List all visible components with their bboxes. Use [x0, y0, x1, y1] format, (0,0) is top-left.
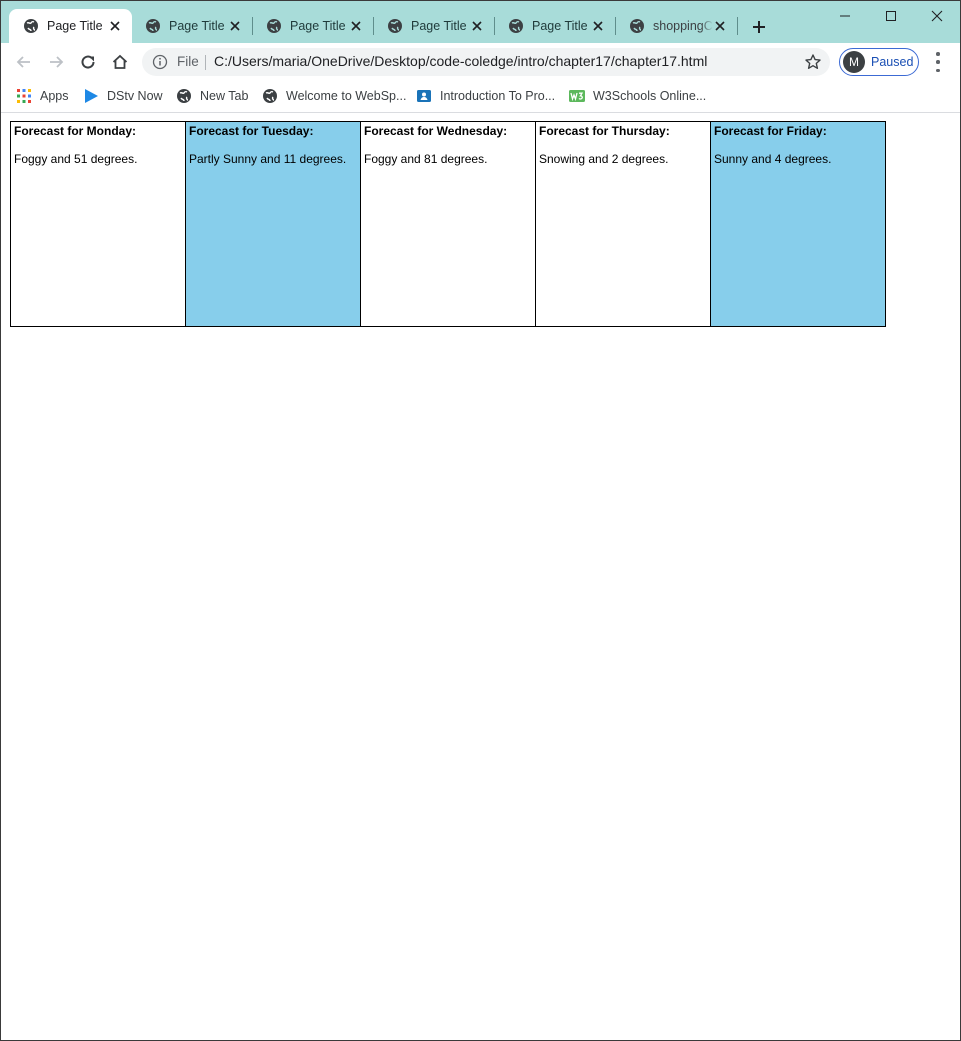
tab-title: Page Title [532, 19, 588, 33]
globe-icon [24, 19, 38, 33]
close-tab-icon[interactable] [713, 19, 727, 33]
globe-icon [509, 19, 523, 33]
star-icon[interactable] [804, 53, 822, 71]
tab-title: shoppingC [653, 19, 713, 33]
forward-button[interactable] [44, 50, 68, 74]
maximize-icon [886, 11, 896, 21]
address-bar[interactable]: File C:/Users/maria/OneDrive/Desktop/cod… [142, 48, 830, 76]
forecast-heading: Forecast for Monday: [14, 124, 137, 138]
apps-grid-icon [17, 89, 31, 103]
minimize-icon [840, 15, 850, 17]
menu-dot [936, 60, 940, 64]
home-button[interactable] [108, 50, 132, 74]
close-icon [931, 10, 943, 22]
tab-title: Page Title [169, 19, 225, 33]
tab-strip: Page Title Page Title Page Title Page Ti… [1, 1, 960, 43]
forecast-text: Foggy and 81 degrees. [364, 152, 488, 166]
classroom-icon [417, 90, 431, 102]
bookmark-label: New Tab [200, 89, 249, 103]
close-tab-icon[interactable] [591, 19, 605, 33]
back-button[interactable] [12, 50, 36, 74]
arrow-left-icon [16, 56, 30, 68]
tab-3[interactable]: Page Title [252, 9, 373, 43]
forecast-heading: Forecast for Wednesday: [364, 124, 508, 138]
info-icon[interactable] [152, 54, 168, 70]
menu-dot [936, 52, 940, 56]
arrow-right-icon [50, 56, 64, 68]
tab-6[interactable]: shoppingC [615, 9, 737, 43]
menu-button[interactable] [929, 52, 947, 72]
close-tab-icon[interactable] [228, 19, 242, 33]
tab-1[interactable]: Page Title [9, 9, 132, 43]
plus-icon [753, 21, 765, 33]
bookmark-introduction-to-pro[interactable]: Introduction To Pro... [416, 87, 555, 105]
url-text[interactable]: C:/Users/maria/OneDrive/Desktop/code-col… [214, 53, 707, 69]
forecast-heading: Forecast for Tuesday: [189, 124, 314, 138]
profile-button[interactable]: M Paused [839, 48, 919, 76]
bookmark-apps[interactable]: Apps [16, 87, 69, 105]
menu-dot [936, 68, 940, 72]
avatar: M [843, 51, 865, 73]
new-tab-button[interactable] [749, 17, 769, 37]
bookmark-label: Welcome to WebSp... [286, 89, 407, 103]
browser-toolbar: File C:/Users/maria/OneDrive/Desktop/cod… [1, 43, 960, 81]
forecast-text: Partly Sunny and 11 degrees. [189, 152, 347, 166]
tab-5[interactable]: Page Title [494, 9, 615, 43]
close-tab-icon[interactable] [108, 19, 122, 33]
reload-icon [81, 55, 95, 69]
home-icon [112, 54, 128, 69]
forecast-card-thursday: Forecast for Thursday: Snowing and 2 deg… [535, 121, 711, 327]
globe-icon [263, 89, 277, 103]
forecast-text: Foggy and 51 degrees. [14, 152, 138, 166]
maximize-button[interactable] [876, 5, 906, 27]
page-content: Forecast for Monday: Foggy and 51 degree… [1, 113, 960, 1040]
close-window-button[interactable] [922, 5, 952, 27]
forecast-text: Snowing and 2 degrees. [539, 152, 669, 166]
close-tab-icon[interactable] [470, 19, 484, 33]
tab-title: Page Title [411, 19, 467, 33]
scheme-label: File [177, 54, 199, 69]
bookmark-label: Apps [40, 89, 69, 103]
tab-4[interactable]: Page Title [373, 9, 494, 43]
minimize-button[interactable] [830, 5, 860, 27]
forecast-text: Sunny and 4 degrees. [714, 152, 832, 166]
forecast-card-tuesday: Forecast for Tuesday: Partly Sunny and 1… [185, 121, 361, 327]
browser-window: Page Title Page Title Page Title Page Ti… [0, 0, 961, 1041]
forecast-card-monday: Forecast for Monday: Foggy and 51 degree… [10, 121, 186, 327]
bookmark-w3schools-online[interactable]: W3Schools Online... [569, 87, 706, 105]
profile-status: Paused [871, 55, 914, 69]
globe-icon [630, 19, 644, 33]
forecast-heading: Forecast for Thursday: [539, 124, 670, 138]
w3-icon [569, 90, 585, 102]
reload-button[interactable] [76, 50, 100, 74]
address-separator [205, 55, 206, 70]
bookmarks-bar: Apps DStv Now New Tab Welcome to WebSp..… [1, 81, 960, 113]
tab-2[interactable]: Page Title [131, 9, 252, 43]
forecast-row: Forecast for Monday: Foggy and 51 degree… [10, 121, 886, 327]
globe-icon [177, 89, 191, 103]
forecast-card-wednesday: Forecast for Wednesday: Foggy and 81 deg… [360, 121, 536, 327]
tab-title: Page Title [290, 19, 346, 33]
bookmark-label: DStv Now [107, 89, 163, 103]
bookmark-welcome-to-websp[interactable]: Welcome to WebSp... [262, 87, 406, 105]
bookmark-dstv-now[interactable]: DStv Now [83, 87, 163, 105]
bookmark-label: Introduction To Pro... [440, 89, 556, 103]
globe-icon [267, 19, 281, 33]
play-icon [85, 89, 98, 103]
forecast-card-friday: Forecast for Friday: Sunny and 4 degrees… [710, 121, 886, 327]
close-tab-icon[interactable] [349, 19, 363, 33]
bookmark-label: W3Schools Online... [593, 89, 707, 103]
globe-icon [146, 19, 160, 33]
tab-title: Page Title [47, 19, 103, 33]
bookmark-new-tab[interactable]: New Tab [176, 87, 248, 105]
forecast-heading: Forecast for Friday: [714, 124, 827, 138]
tab-separator [737, 17, 738, 35]
globe-icon [388, 19, 402, 33]
